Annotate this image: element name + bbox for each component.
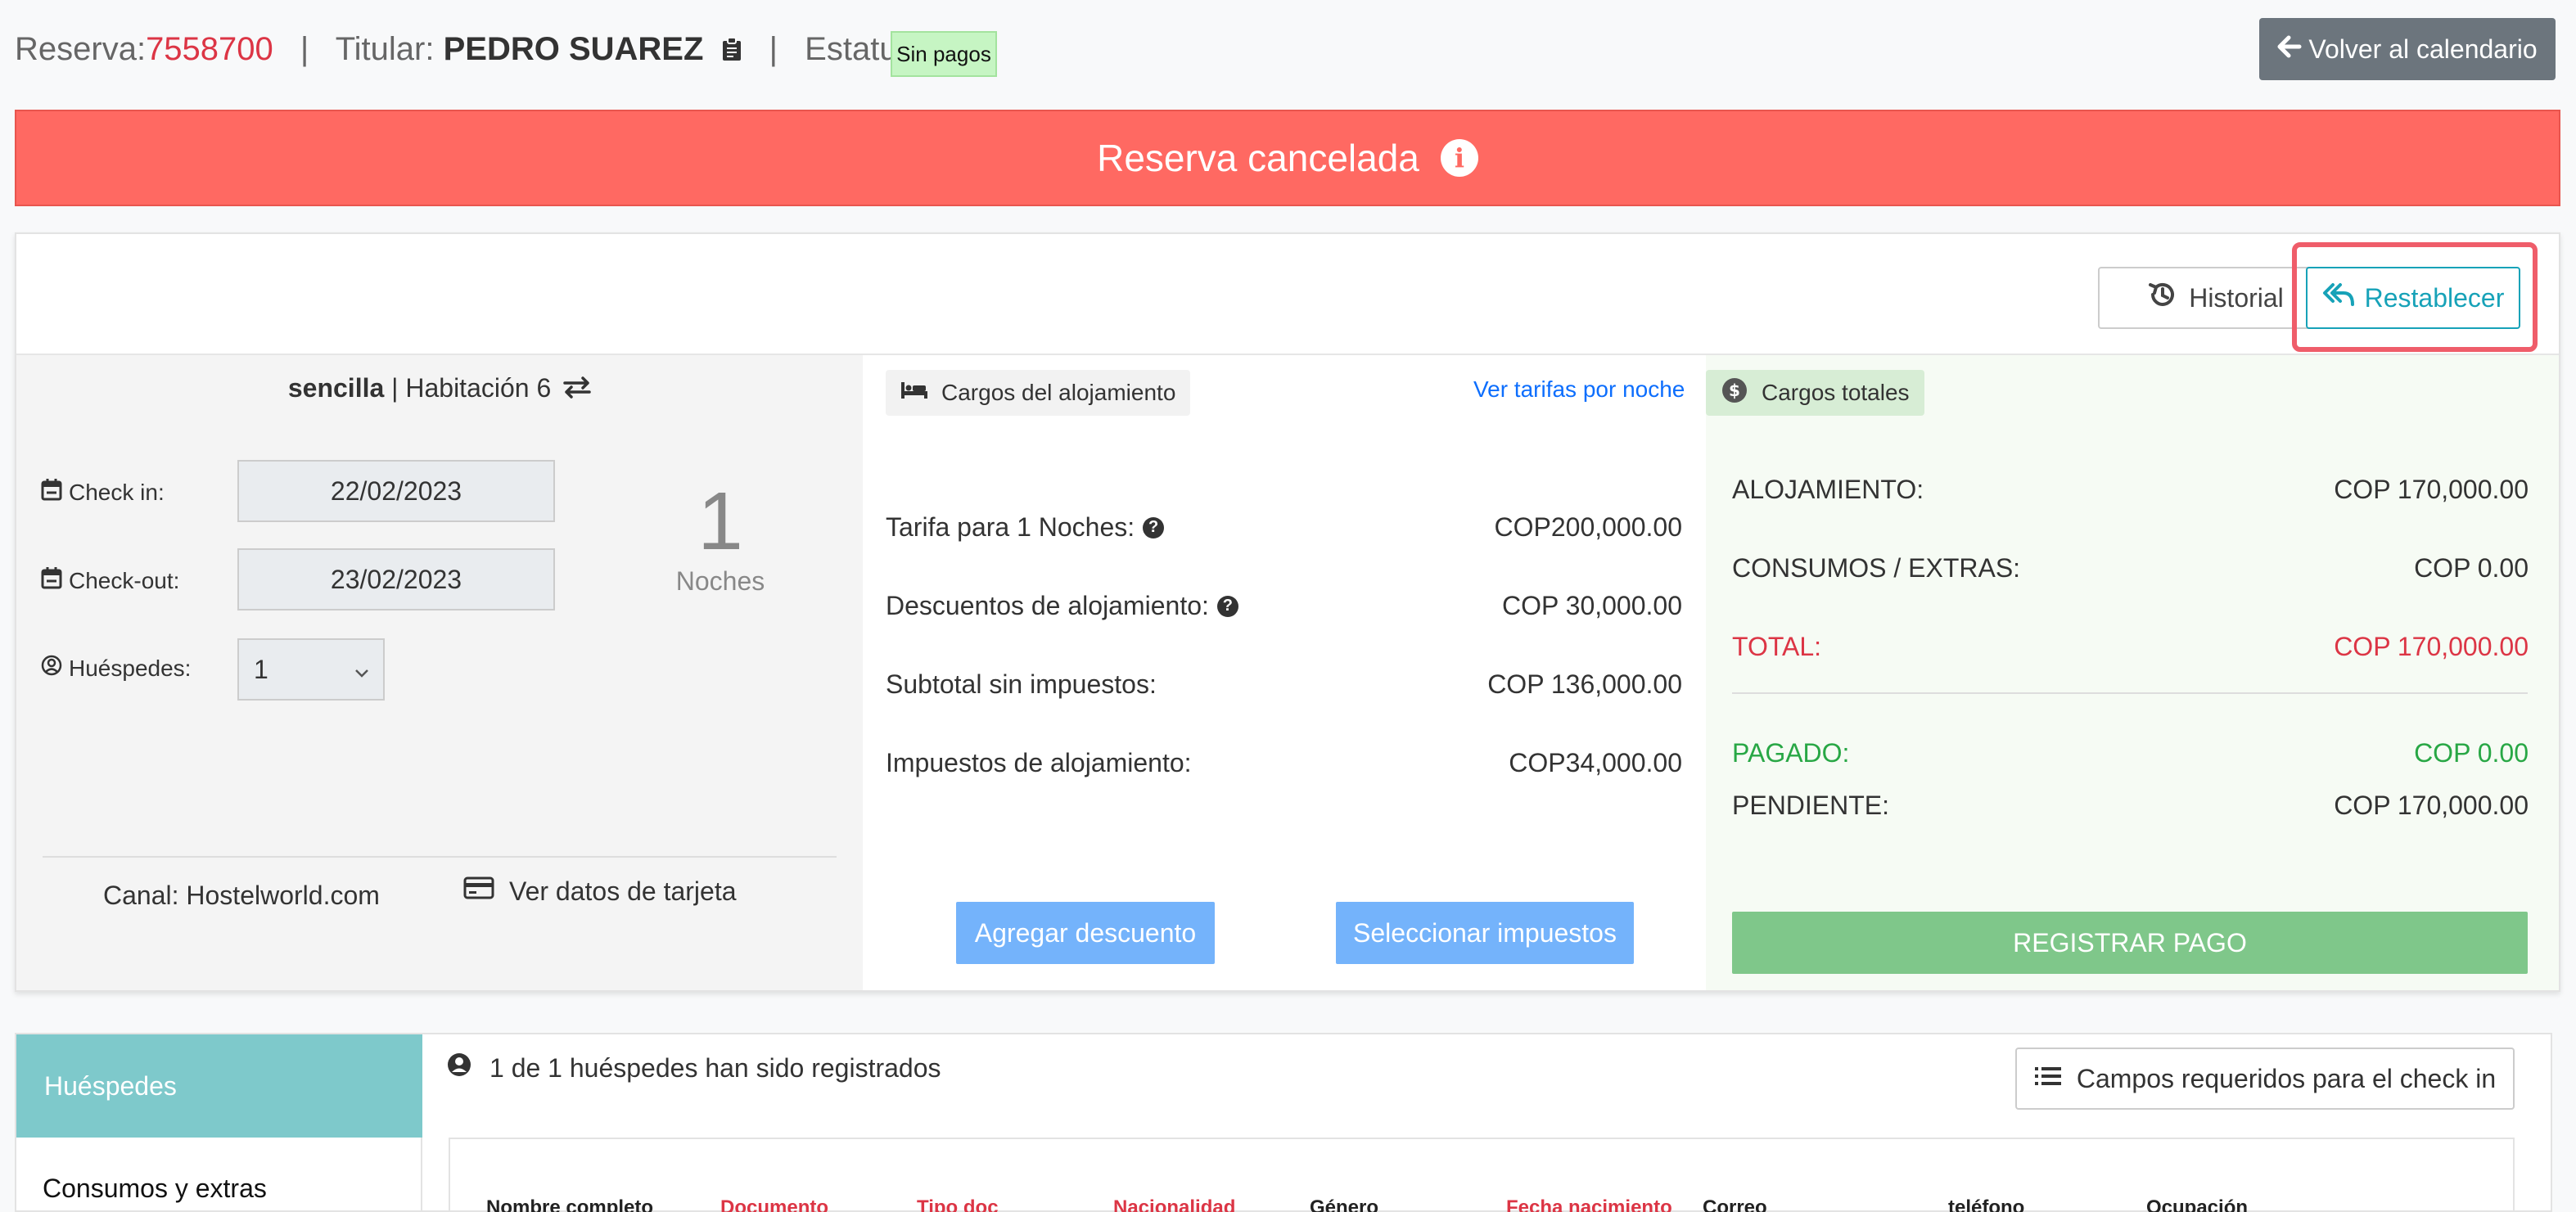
column-header: teléfono <box>1948 1196 2025 1212</box>
question-circle-icon[interactable]: ? <box>1143 516 1165 538</box>
room-title: sencilla | Habitación 6 <box>16 373 863 405</box>
register-payment-button[interactable]: REGISTRAR PAGO <box>1732 912 2528 974</box>
check-out-label: Check-out: <box>41 566 179 595</box>
bed-icon <box>900 380 928 406</box>
column-header: Fecha nacimiento <box>1506 1196 1672 1212</box>
cancelled-banner: Reserva cancelada i <box>15 110 2560 206</box>
consumos-value: COP 0.00 <box>2414 553 2529 583</box>
room-label: Habitación 6 <box>405 373 552 403</box>
pagado-label: PAGADO: <box>1732 738 1850 768</box>
rate-label-text: Tarifa para 1 Noches: <box>886 512 1135 542</box>
taxes-label: Impuestos de alojamiento: <box>886 748 1192 777</box>
taxes-value: COP34,000.00 <box>1509 748 1682 777</box>
rate-value: COP200,000.00 <box>1494 512 1683 542</box>
calendar-icon <box>41 478 62 507</box>
check-out-text: Check-out: <box>69 567 180 593</box>
credit-card-icon <box>463 876 494 907</box>
chevron-down-icon <box>354 655 370 685</box>
guests-select[interactable]: 1 <box>237 638 385 701</box>
check-out-field[interactable]: 23/02/2023 <box>237 548 555 611</box>
reserva-label: Reserva: <box>15 31 147 67</box>
rates-per-night-link[interactable]: Ver tarifas por noche <box>1473 376 1685 403</box>
question-circle-icon[interactable]: ? <box>1216 595 1238 617</box>
dollar-circle-icon: $ <box>1721 376 1748 410</box>
total-value: COP 170,000.00 <box>2334 632 2529 661</box>
guests-text: Huéspedes: <box>69 655 192 681</box>
back-to-calendar-button[interactable]: Volver al calendario <box>2259 18 2556 80</box>
arrow-left-icon <box>2277 34 2302 65</box>
svg-text:$: $ <box>1729 381 1740 400</box>
nights-label: Noches <box>675 566 765 596</box>
view-card-data-label: Ver datos de tarjeta <box>509 876 737 906</box>
tab-huespedes[interactable]: Huéspedes <box>16 1034 422 1138</box>
column-header: Nacionalidad <box>1113 1196 1236 1212</box>
nights-count: 1 <box>697 475 743 567</box>
required-fields-button[interactable]: Campos requeridos para el check in <box>2015 1048 2515 1110</box>
view-card-data-link[interactable]: Ver datos de tarjeta <box>463 876 737 907</box>
select-taxes-button[interactable]: Seleccionar impuestos <box>1336 902 1634 964</box>
status-badge: Sin pagos <box>891 31 997 77</box>
check-in-field[interactable]: 22/02/2023 <box>237 460 555 522</box>
column-header: Nombre completo <box>486 1196 654 1212</box>
column-header: Género <box>1310 1196 1379 1212</box>
consumos-label: CONSUMOS / EXTRAS: <box>1732 553 2021 583</box>
tab-consumos-extras[interactable]: Consumos y extras <box>43 1174 267 1204</box>
back-button-label: Volver al calendario <box>2308 34 2538 64</box>
header-separator: | <box>300 31 309 67</box>
historial-label: Historial <box>2189 282 2284 313</box>
column-header: Ocupación <box>2146 1196 2249 1212</box>
add-discount-button[interactable]: Agregar descuento <box>956 902 1215 964</box>
required-fields-label: Campos requeridos para el check in <box>2076 1063 2497 1093</box>
total-label: TOTAL: <box>1732 632 1822 661</box>
rate-label: Tarifa para 1 Noches: ? <box>886 512 1165 543</box>
discount-label-text: Descuentos de alojamiento: <box>886 591 1209 620</box>
subtotal-label: Subtotal sin impuestos: <box>886 669 1157 699</box>
clipboard-icon[interactable] <box>721 33 742 70</box>
pendiente-label: PENDIENTE: <box>1732 791 1890 820</box>
guests-label: Huéspedes: <box>41 655 191 682</box>
total-charges-title: Cargos totales <box>1762 380 1910 405</box>
titular-name: PEDRO SUAREZ <box>443 31 704 67</box>
user-circle-icon <box>447 1052 471 1084</box>
check-in-label: Check in: <box>41 478 165 507</box>
header-separator-2: | <box>769 31 778 67</box>
discount-label: Descuentos de alojamiento: ? <box>886 591 1238 621</box>
room-divider: | <box>391 373 399 403</box>
accommodation-charges-title: Cargos del alojamiento <box>941 380 1176 405</box>
column-header: Documento <box>720 1196 828 1212</box>
list-icon <box>2034 1064 2062 1094</box>
reservation-number: 7558700 <box>146 31 273 67</box>
channel-text: Canal: Hostelworld.com <box>103 881 380 910</box>
guests-registered-message: 1 de 1 huéspedes han sido registrados <box>447 1052 941 1084</box>
history-icon <box>2146 278 2179 318</box>
column-header: Correo <box>1703 1196 1767 1212</box>
pagado-value: COP 0.00 <box>2414 738 2529 768</box>
guests-registered-text: 1 de 1 huéspedes han sido registrados <box>489 1052 941 1083</box>
titular-label: Titular: <box>335 31 435 67</box>
total-charges-header: $ Cargos totales <box>1706 370 1924 416</box>
room-type: sencilla <box>287 373 385 403</box>
subtotal-value: COP 136,000.00 <box>1487 669 1682 699</box>
swap-room-icon[interactable] <box>563 375 591 405</box>
discount-value: COP 30,000.00 <box>1501 591 1682 620</box>
accommodation-charges-header: Cargos del alojamiento <box>886 370 1191 416</box>
pendiente-value: COP 170,000.00 <box>2334 791 2529 820</box>
alojamiento-value: COP 170,000.00 <box>2334 475 2529 504</box>
user-circle-icon <box>41 655 62 682</box>
banner-text: Reserva cancelada <box>1097 137 1419 179</box>
guests-select-value: 1 <box>254 654 268 684</box>
restablecer-highlight <box>2292 242 2538 352</box>
alojamiento-label: ALOJAMIENTO: <box>1732 475 1924 504</box>
reservation-header: Reserva:7558700 | Titular: PEDRO SUAREZ … <box>15 31 923 70</box>
totals-divider <box>1732 692 2528 694</box>
column-header: Tipo doc <box>917 1196 999 1212</box>
info-icon[interactable]: i <box>1440 139 1478 177</box>
left-divider <box>43 856 837 858</box>
totals-panel <box>1706 355 2559 990</box>
check-in-text: Check in: <box>69 479 165 505</box>
calendar-icon <box>41 566 62 595</box>
